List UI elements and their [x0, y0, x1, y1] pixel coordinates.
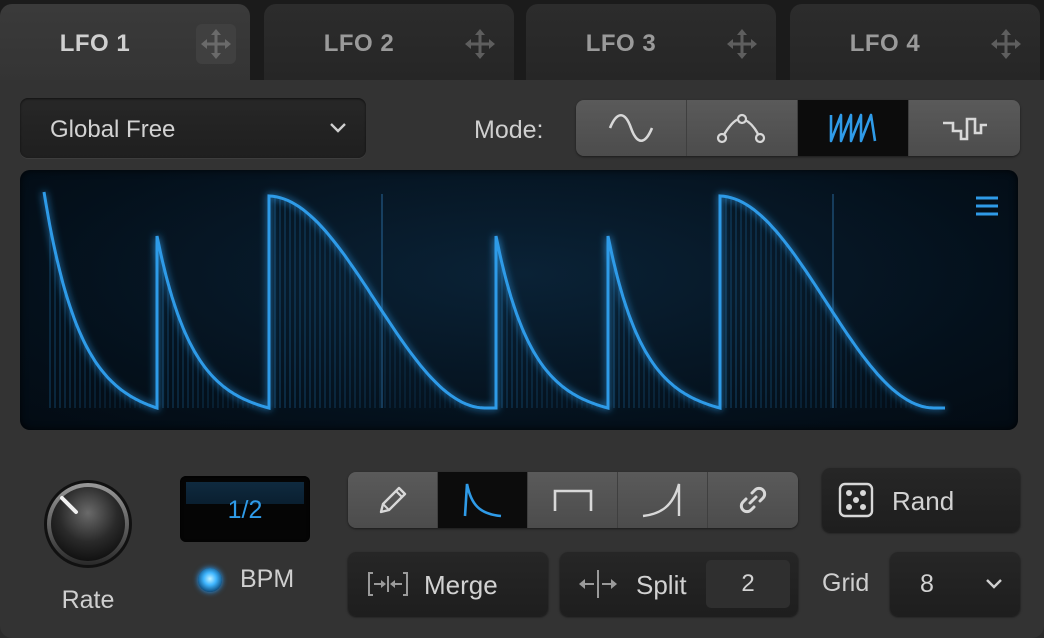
move-icon[interactable] — [196, 24, 236, 64]
split-icon — [576, 568, 620, 605]
display-menu-icon[interactable] — [974, 194, 1000, 223]
step-icon — [942, 117, 987, 141]
decay-shape-icon — [463, 483, 501, 518]
mode-curve-button[interactable] — [687, 100, 798, 156]
sine-icon — [608, 114, 654, 142]
rand-button[interactable]: Rand — [822, 468, 1020, 532]
split-count-field[interactable]: 2 — [706, 560, 790, 608]
bpm-toggle-led[interactable] — [198, 568, 222, 592]
grid-label: Grid — [822, 569, 870, 597]
tool-ramp-button[interactable] — [618, 472, 708, 528]
tool-square-button[interactable] — [528, 472, 618, 528]
grid-dropdown[interactable]: 8 — [890, 552, 1020, 616]
lfo-waveform-display[interactable] — [20, 170, 1018, 430]
tab-label: LFO 2 — [323, 30, 395, 57]
tool-link-button[interactable] — [708, 472, 798, 528]
chevron-down-icon — [984, 574, 1004, 599]
rate-label: Rate — [61, 586, 115, 614]
ramp-shape-icon — [642, 483, 680, 518]
tab-lfo-1[interactable]: LFO 1 — [0, 4, 250, 84]
tab-label: LFO 3 — [585, 30, 657, 57]
dice-icon — [838, 482, 874, 523]
chevron-down-icon — [328, 118, 348, 143]
rate-knob[interactable] — [42, 478, 134, 570]
rate-value-display[interactable]: 1/2 — [180, 476, 310, 542]
tab-lfo-3[interactable]: LFO 3 — [526, 4, 776, 80]
rand-label: Rand — [892, 486, 955, 516]
mode-sine-button[interactable] — [576, 100, 687, 156]
grid-value: 8 — [920, 570, 934, 598]
tab-lfo-2[interactable]: LFO 2 — [264, 4, 514, 80]
curve-nodes-icon — [716, 113, 766, 144]
merge-label: Merge — [424, 570, 498, 600]
move-icon[interactable] — [986, 24, 1026, 64]
merge-button[interactable]: Merge — [348, 552, 548, 616]
lfo-waveform-line — [42, 191, 945, 411]
square-shape-icon — [553, 489, 592, 511]
tool-decay-button[interactable] — [438, 472, 528, 528]
lfo-tab-bar: LFO 1 LFO 2 LFO 3 LFO 4 — [0, 0, 1044, 84]
sawtooth-icon — [829, 113, 877, 143]
mode-selector — [576, 100, 1020, 156]
tab-lfo-4[interactable]: LFO 4 — [790, 4, 1040, 80]
rate-value-text: 1/2 — [227, 496, 263, 524]
bpm-label: BPM — [240, 565, 295, 593]
sync-mode-dropdown[interactable]: Global Free — [20, 98, 366, 158]
link-icon — [739, 486, 767, 514]
mode-step-button[interactable] — [909, 100, 1020, 156]
tool-pencil-button[interactable] — [348, 472, 438, 528]
move-icon[interactable] — [460, 24, 500, 64]
move-icon[interactable] — [722, 24, 762, 64]
tab-label: LFO 4 — [849, 30, 921, 57]
pencil-icon — [379, 486, 406, 514]
merge-icon — [366, 570, 410, 603]
split-button[interactable]: Split 2 — [560, 552, 798, 616]
mode-sawtooth-button[interactable] — [798, 100, 909, 156]
dropdown-value: Global Free — [50, 116, 176, 143]
mode-label: Mode: — [474, 116, 544, 144]
draw-tool-selector — [348, 472, 798, 528]
split-label: Split — [636, 570, 687, 600]
waveform-plot — [42, 191, 945, 411]
tab-label: LFO 1 — [59, 30, 131, 57]
